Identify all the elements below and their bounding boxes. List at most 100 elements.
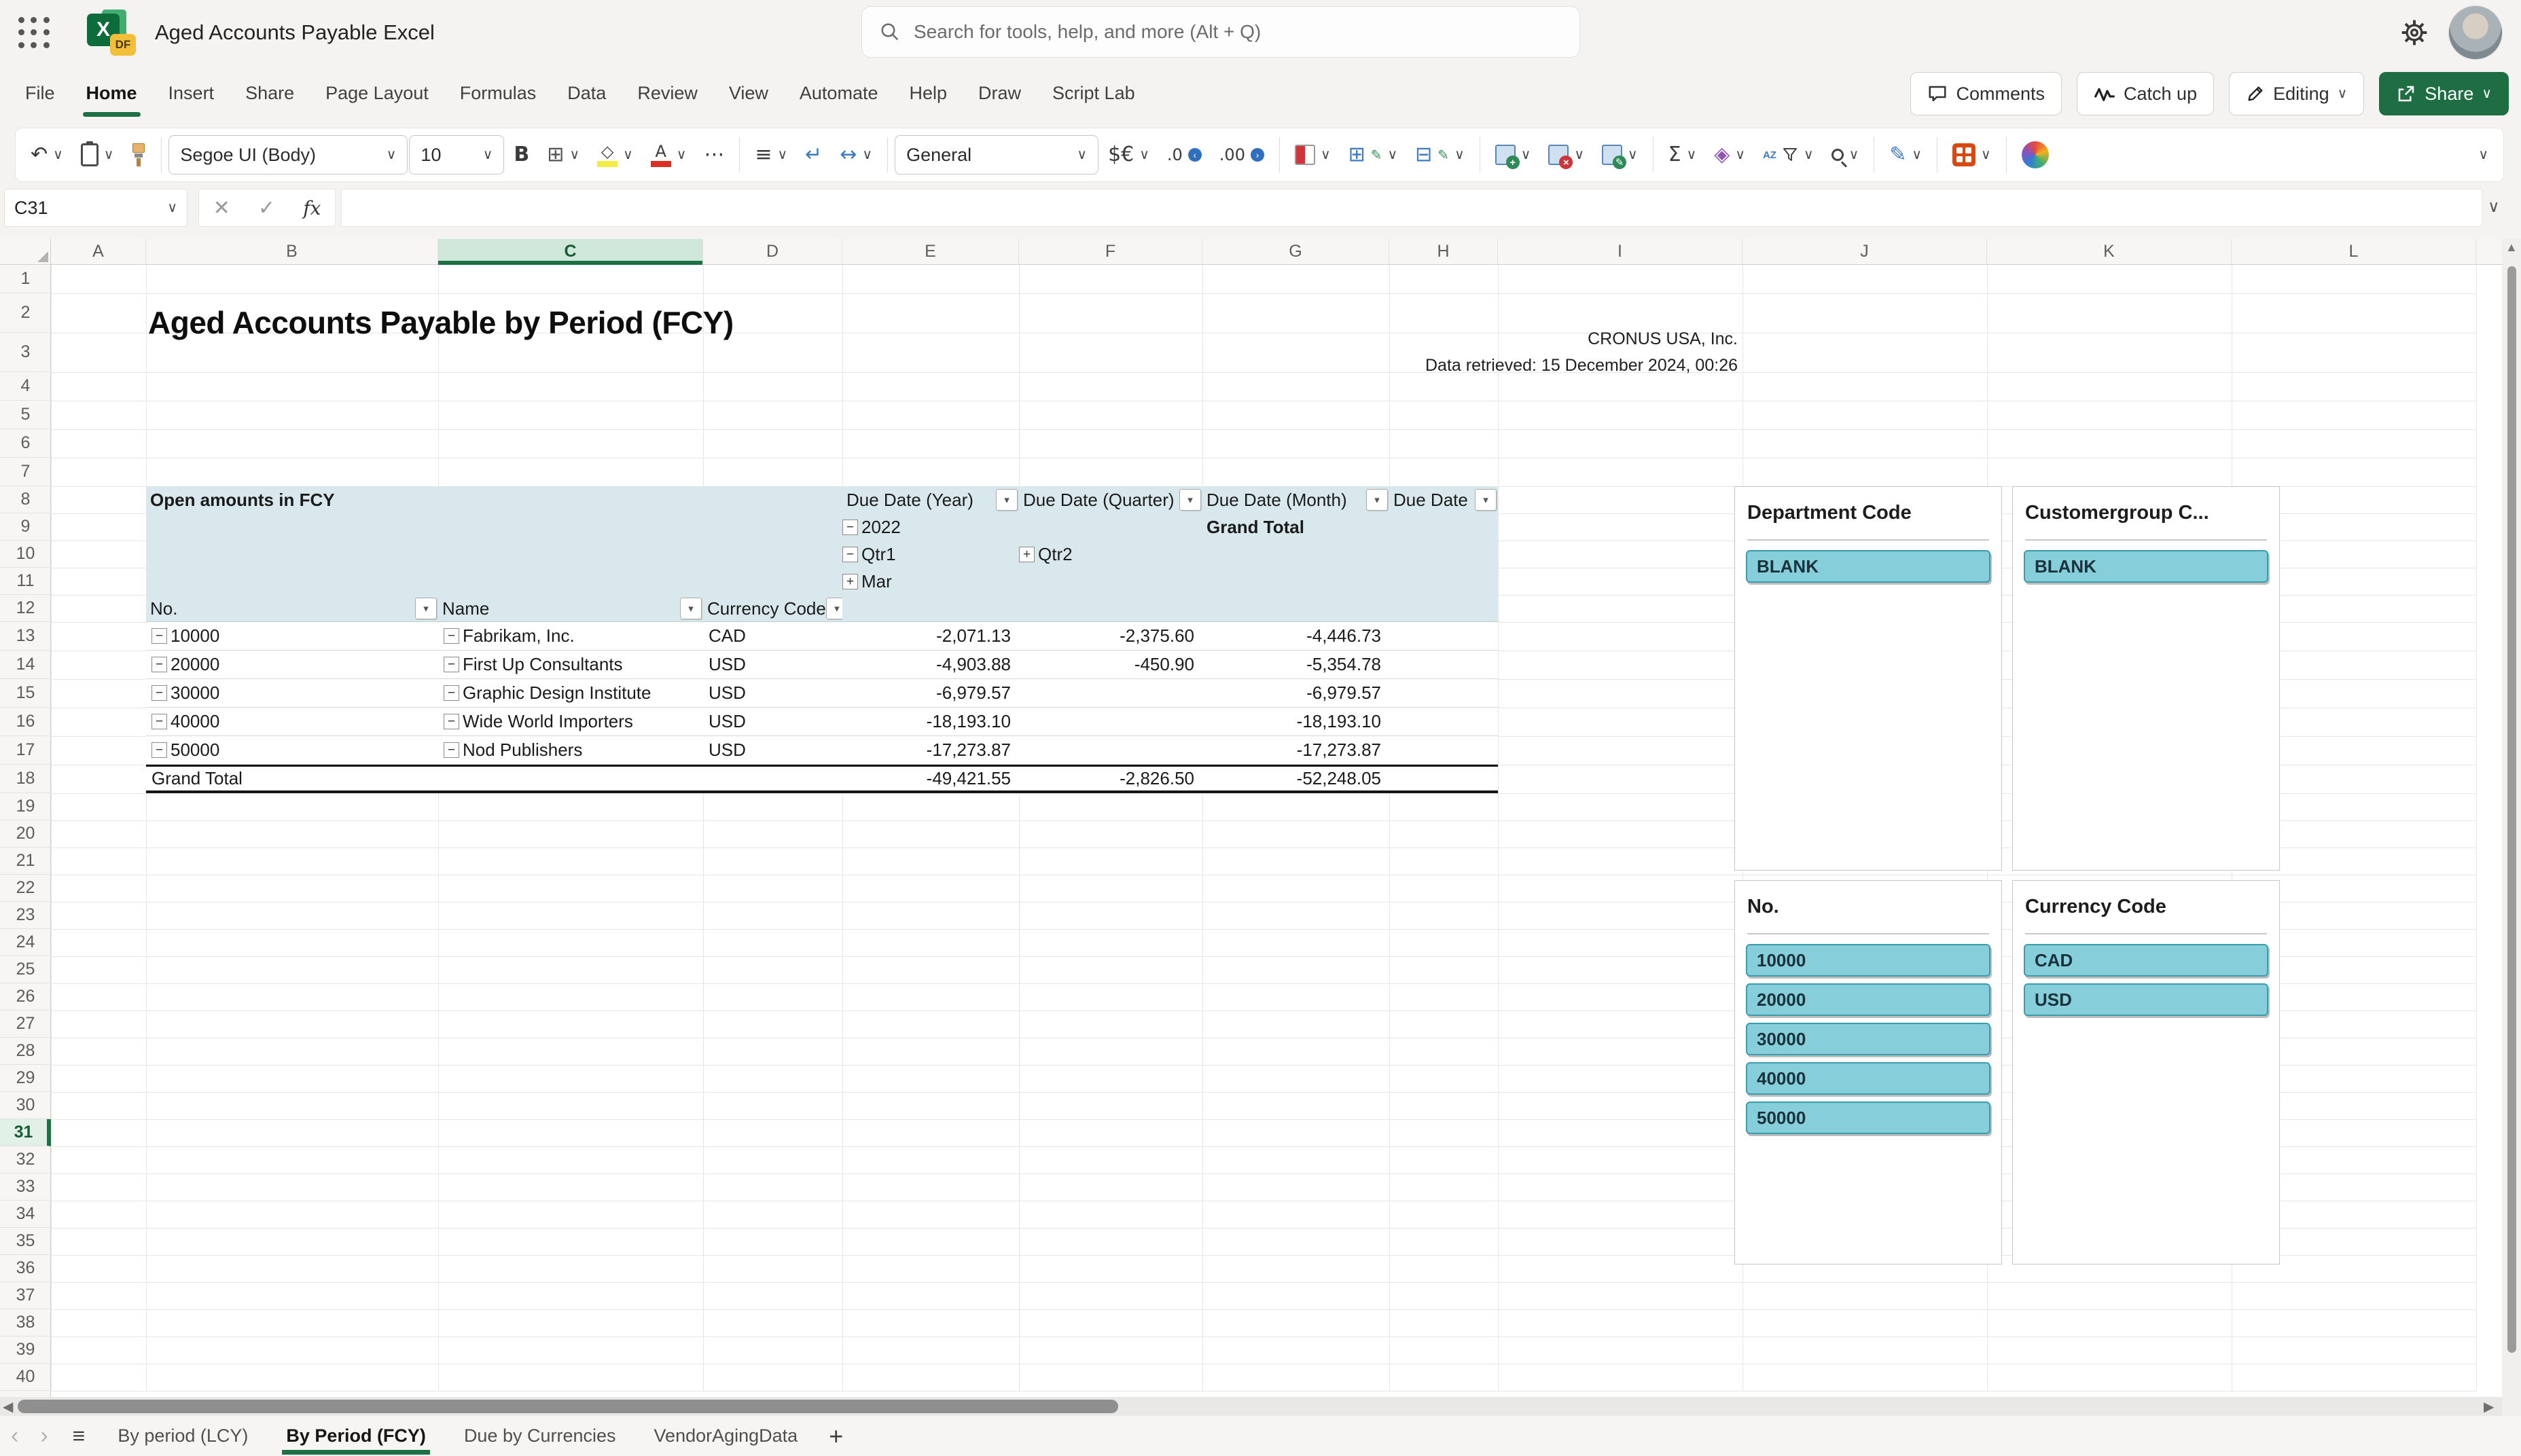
sheet-tab-due-by-currencies[interactable]: Due by Currencies bbox=[445, 1416, 635, 1456]
increase-decimal-button[interactable]: .00 › bbox=[1211, 134, 1272, 176]
row-header-28[interactable]: 28 bbox=[0, 1038, 51, 1065]
row-header-16[interactable]: 16 bbox=[0, 708, 51, 736]
ribbon-tab-view[interactable]: View bbox=[713, 65, 784, 122]
editing-mode-button[interactable]: Editing ∨ bbox=[2229, 72, 2365, 115]
clear-button[interactable]: ◈ ∨ bbox=[1706, 134, 1753, 176]
all-sheets-menu-icon[interactable]: ≡ bbox=[59, 1423, 99, 1449]
undo-button[interactable]: ↶ ∨ bbox=[22, 134, 71, 176]
column-header-E[interactable]: E bbox=[842, 239, 1019, 264]
format-as-table-button[interactable]: ⊞ ✎ ∨ bbox=[1340, 134, 1406, 176]
column-header-C[interactable]: C bbox=[438, 239, 703, 265]
ribbon-tab-draw[interactable]: Draw bbox=[963, 65, 1037, 122]
name-box[interactable]: C31 ∨ bbox=[4, 189, 187, 227]
ribbon-tab-formulas[interactable]: Formulas bbox=[444, 65, 552, 122]
column-header-H[interactable]: H bbox=[1389, 239, 1498, 264]
ink-pen-button[interactable]: ✎ ∨ bbox=[1881, 134, 1930, 176]
catch-up-button[interactable]: Catch up bbox=[2077, 72, 2215, 115]
find-button[interactable]: ∨ bbox=[1823, 134, 1867, 176]
collapse-icon[interactable]: − bbox=[444, 628, 459, 644]
fill-color-button[interactable]: ◇ ∨ bbox=[589, 134, 641, 176]
insert-function-icon[interactable]: fx bbox=[303, 197, 321, 219]
collapse-icon[interactable]: − bbox=[151, 685, 167, 701]
row-header-34[interactable]: 34 bbox=[0, 1201, 51, 1228]
row-header-33[interactable]: 33 bbox=[0, 1173, 51, 1201]
row-header-11[interactable]: 11 bbox=[0, 568, 51, 595]
slicer-item-blank[interactable]: BLANK bbox=[2024, 550, 2268, 583]
row-header-14[interactable]: 14 bbox=[0, 651, 51, 679]
pivot-data-row[interactable]: − First Up Consultants USD −20000 -4,903.88-… bbox=[146, 651, 1498, 679]
currency-format-button[interactable]: $€ ∨ bbox=[1100, 134, 1158, 176]
row-header-24[interactable]: 24 bbox=[0, 929, 51, 956]
vertical-scroll-thumb[interactable] bbox=[2507, 266, 2516, 1353]
ribbon-tab-share[interactable]: Share bbox=[230, 65, 310, 122]
paste-button[interactable]: ∨ bbox=[73, 134, 122, 176]
ribbon-tab-insert[interactable]: Insert bbox=[153, 65, 230, 122]
slicer-item-20000[interactable]: 20000 bbox=[1746, 983, 1990, 1016]
collapse-icon[interactable]: − bbox=[444, 685, 459, 701]
slicer-item-10000[interactable]: 10000 bbox=[1746, 944, 1990, 977]
row-header-21[interactable]: 21 bbox=[0, 848, 51, 875]
row-header-29[interactable]: 29 bbox=[0, 1065, 51, 1092]
formula-bar-expand-icon[interactable]: ∨ bbox=[2488, 197, 2500, 217]
collapse-icon[interactable]: − bbox=[444, 714, 459, 729]
collapse-icon[interactable]: − bbox=[151, 714, 167, 729]
sort-filter-button[interactable]: AZ ∨ bbox=[1755, 134, 1822, 176]
row-header-17[interactable]: 17 bbox=[0, 736, 51, 765]
row-header-5[interactable]: 5 bbox=[0, 401, 51, 429]
sheet-tab-by-period-fcy[interactable]: By Period (FCY) bbox=[267, 1416, 445, 1456]
row-header-2[interactable]: 2 bbox=[0, 293, 51, 333]
scroll-up-icon[interactable]: ▲ bbox=[2505, 240, 2518, 255]
column-header-A[interactable]: A bbox=[51, 239, 146, 264]
next-sheet-icon[interactable]: › bbox=[29, 1423, 58, 1449]
scroll-left-icon[interactable]: ◀ bbox=[3, 1398, 13, 1415]
formula-input[interactable] bbox=[341, 189, 2482, 227]
filter-dropdown-icon[interactable]: ▾ bbox=[996, 489, 1018, 511]
row-header-31[interactable]: 31 bbox=[0, 1119, 51, 1146]
row-header-39[interactable]: 39 bbox=[0, 1336, 51, 1364]
row-header-20[interactable]: 20 bbox=[0, 820, 51, 848]
prev-sheet-icon[interactable]: ‹ bbox=[0, 1423, 29, 1449]
cell-styles-button[interactable]: ⊟ ✎ ∨ bbox=[1407, 134, 1473, 176]
alignment-button[interactable]: ≡ ∨ bbox=[747, 134, 795, 176]
column-header-B[interactable]: B bbox=[146, 239, 438, 264]
format-cells-button[interactable]: ✎ ∨ bbox=[1594, 134, 1646, 176]
select-all-corner[interactable] bbox=[0, 239, 51, 264]
more-font-options-button[interactable]: ⋯ bbox=[696, 134, 732, 176]
font-color-button[interactable]: A ∨ bbox=[643, 134, 695, 176]
row-header-25[interactable]: 25 bbox=[0, 956, 51, 983]
slicer-department-code[interactable]: Department Code BLANK bbox=[1734, 486, 2002, 871]
comments-button[interactable]: Comments bbox=[1910, 72, 2062, 115]
row-header-19[interactable]: 19 bbox=[0, 793, 51, 820]
column-header-D[interactable]: D bbox=[703, 239, 842, 264]
slicer-item-30000[interactable]: 30000 bbox=[1746, 1023, 1990, 1055]
filter-dropdown-icon[interactable]: ▾ bbox=[825, 598, 842, 619]
slicer-currency-code[interactable]: Currency Code CAD USD bbox=[2012, 880, 2280, 1264]
row-header-35[interactable]: 35 bbox=[0, 1228, 51, 1255]
collapse-icon[interactable]: − bbox=[444, 742, 459, 758]
collapse-icon[interactable]: − bbox=[151, 657, 167, 672]
slicer-item-50000[interactable]: 50000 bbox=[1746, 1102, 1990, 1134]
enter-icon[interactable]: ✓ bbox=[258, 196, 275, 220]
settings-gear-icon[interactable] bbox=[2397, 15, 2432, 50]
row-header-27[interactable]: 27 bbox=[0, 1011, 51, 1038]
horizontal-scrollbar[interactable]: ◀ ▶ bbox=[0, 1397, 2502, 1416]
slicer-item-cad[interactable]: CAD bbox=[2024, 944, 2268, 977]
add-sheet-icon[interactable]: + bbox=[817, 1422, 855, 1451]
collapse-icon[interactable]: − bbox=[151, 742, 167, 758]
excel-app-icon[interactable]: X DF bbox=[87, 10, 136, 56]
row-header-30[interactable]: 30 bbox=[0, 1092, 51, 1119]
ribbon-tab-data[interactable]: Data bbox=[552, 65, 622, 122]
column-header-I[interactable]: I bbox=[1498, 239, 1742, 264]
share-button[interactable]: Share ∨ bbox=[2379, 72, 2509, 115]
filter-dropdown-icon[interactable]: ▾ bbox=[1366, 489, 1388, 511]
row-header-4[interactable]: 4 bbox=[0, 372, 51, 401]
sheet-tab-vendoragingdata[interactable]: VendorAgingData bbox=[635, 1416, 817, 1456]
column-header-G[interactable]: G bbox=[1202, 239, 1389, 264]
ribbon-tab-file[interactable]: File bbox=[10, 65, 71, 122]
row-header-22[interactable]: 22 bbox=[0, 875, 51, 902]
expand-icon[interactable]: + bbox=[1019, 546, 1035, 562]
row-header-1[interactable]: 1 bbox=[0, 265, 51, 293]
wrap-text-button[interactable]: ↵ bbox=[797, 134, 830, 176]
bold-button[interactable]: B bbox=[505, 134, 537, 176]
row-header-6[interactable]: 6 bbox=[0, 429, 51, 458]
